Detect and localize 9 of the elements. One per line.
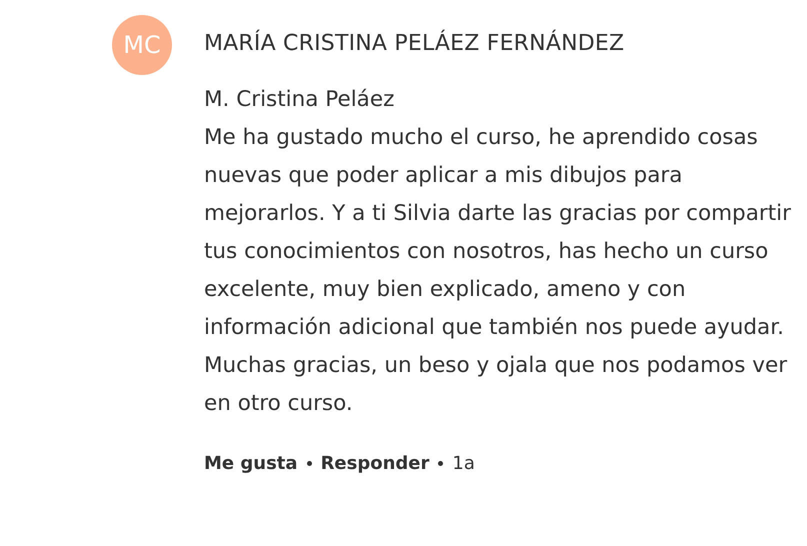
comment-signature: M. Cristina Peláez: [204, 86, 396, 114]
separator-dot-icon: [306, 461, 312, 466]
action-link[interactable]: Me gusta: [204, 453, 298, 474]
comment-text: Me ha gustado mucho el curso, he aprendido cosas nuevas que poder aplicar a mis dibujos para mejorarlos. Y a ti Silvia darte las gracias por compartir tus conocimientos con nosotros, has hecho un curso excelente, muy bien explicado, ameno y con información adicional que también nos puede ayudar. Muchas gracias, un beso y ojala que nos podamos ver en otro curso.: [204, 124, 792, 418]
timestamp: 1a: [452, 453, 475, 474]
action-link[interactable]: Responder: [320, 453, 430, 474]
separator-dot-icon: [438, 461, 444, 466]
avatar: MC: [112, 15, 172, 75]
author-name: MARÍA CRISTINA PELÁEZ FERNÁNDEZ: [204, 28, 626, 58]
